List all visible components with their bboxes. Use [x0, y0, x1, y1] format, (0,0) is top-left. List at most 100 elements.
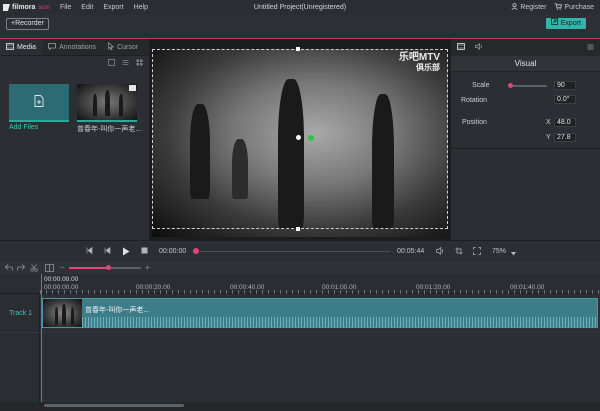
scale-slider-track[interactable]: [511, 85, 547, 87]
scale-slider-knob[interactable]: [508, 83, 513, 88]
timeline-tracks: Track 1 曾春年-叫你一声老...: [0, 294, 600, 402]
volume-icon[interactable]: [436, 246, 445, 257]
timeline-toolbar: − +: [0, 262, 600, 274]
position-y-label: Y: [546, 134, 551, 141]
cut-icon[interactable]: [30, 264, 38, 274]
rotation-label: Rotation: [461, 97, 488, 104]
video-badge-icon: [129, 85, 136, 91]
redo-icon[interactable]: [17, 264, 26, 273]
cursor-icon: [108, 41, 115, 52]
audio-tab-icon[interactable]: [475, 43, 483, 52]
zoom-out-icon[interactable]: −: [60, 264, 65, 272]
title-bar: filmora scrn File Edit Export Help Untit…: [0, 0, 600, 15]
resize-handle-bottom[interactable]: [296, 227, 300, 231]
timeline-clip-thumb: [43, 299, 82, 327]
logo-sub: scrn: [38, 4, 50, 11]
playback-progress-track[interactable]: [200, 251, 390, 252]
timeline-clip[interactable]: 曾春年-叫你一声老...: [42, 298, 598, 328]
tab-cursor-label: Cursor: [117, 43, 139, 51]
tab-media[interactable]: Media: [0, 39, 43, 55]
track-header: Track 1: [0, 294, 40, 402]
scale-label: Scale: [472, 82, 490, 89]
audio-waveform: [82, 317, 597, 327]
media-clip-tile[interactable]: 曾春年-叫你一声老...: [77, 84, 142, 134]
media-clip-thumb: [77, 84, 137, 122]
position-label: Position: [462, 119, 487, 126]
tab-annotations-label: Annotations: [59, 43, 97, 51]
register-label: Register: [520, 4, 547, 11]
zoom-level[interactable]: 75%: [492, 248, 506, 255]
app-logo: filmora scrn: [0, 4, 60, 11]
timeline-clip-title: 曾春年-叫你一声老...: [85, 307, 150, 314]
menu-file[interactable]: File: [60, 4, 71, 11]
visual-tab-icon[interactable]: [457, 43, 465, 52]
undo-icon[interactable]: [4, 264, 13, 273]
track-separator: [0, 332, 600, 333]
media-tabs: Media Annotations Cursor: [0, 39, 149, 56]
library-tools: [0, 56, 149, 70]
properties-tabs: [451, 39, 600, 56]
tab-cursor[interactable]: Cursor: [102, 39, 144, 55]
export-button[interactable]: Export: [545, 18, 586, 29]
play-icon[interactable]: [122, 247, 130, 258]
fullscreen-icon[interactable]: [473, 247, 481, 257]
figure-shape: [62, 304, 66, 325]
panel-title: Visual: [451, 56, 600, 72]
current-time: 00:00:00: [159, 248, 187, 255]
rotation-handle[interactable]: [308, 135, 314, 141]
menu-export[interactable]: Export: [103, 4, 123, 11]
media-panel: Media Annotations Cursor Add Files 曾春年-叫…: [0, 39, 150, 240]
stop-icon[interactable]: [141, 247, 148, 256]
skip-start-icon[interactable]: [86, 246, 93, 256]
timeline-current-time: 00:00:00.00: [44, 276, 79, 283]
panel-menu-icon[interactable]: [587, 44, 594, 52]
menu-help[interactable]: Help: [134, 4, 148, 11]
export-label: Export: [560, 20, 581, 27]
menu-bar: File Edit Export Help: [60, 4, 148, 11]
grid-view-icon[interactable]: [136, 59, 143, 68]
chevron-down-icon[interactable]: [511, 249, 516, 258]
menu-edit[interactable]: Edit: [81, 4, 93, 11]
logo-text: filmora: [12, 4, 36, 11]
add-file-icon: [34, 95, 44, 109]
playback-controls: 00:00:00 00:05:44 75%: [0, 240, 600, 262]
total-time: 00:05:44: [397, 248, 425, 255]
crop-icon[interactable]: [455, 247, 463, 257]
anchor-point[interactable]: [296, 135, 301, 140]
rotation-value[interactable]: 0.0°: [554, 95, 576, 104]
media-clip-label: 曾春年-叫你一声老...: [77, 126, 142, 133]
position-x-label: X: [546, 119, 551, 126]
logo-icon: [3, 4, 10, 11]
timeline-zoom-knob[interactable]: [106, 265, 111, 270]
split-icon[interactable]: [45, 264, 54, 274]
media-library: Add Files 曾春年-叫你一声老...: [0, 70, 149, 134]
playhead[interactable]: [41, 274, 42, 402]
position-y-value[interactable]: 27.8: [554, 133, 576, 142]
user-icon: [511, 3, 518, 12]
zoom-in-icon[interactable]: +: [145, 264, 150, 272]
scale-value[interactable]: 90: [554, 81, 576, 90]
step-back-icon[interactable]: [104, 246, 111, 256]
playback-progress-knob[interactable]: [193, 248, 199, 254]
timeline-scrollbar[interactable]: [44, 404, 184, 407]
figure-shape: [71, 307, 74, 325]
import-icon[interactable]: [108, 58, 115, 68]
timeline-ruler[interactable]: 00:00:00.00 00:00:00.00 00:00:20.00 00:0…: [0, 274, 600, 294]
film-icon: [6, 42, 14, 52]
recorder-button[interactable]: +Recorder: [6, 18, 49, 30]
resize-handle-top[interactable]: [296, 47, 300, 51]
purchase-label: Purchase: [564, 4, 594, 11]
track-label: Track 1: [9, 310, 33, 317]
properties-divider: [450, 148, 600, 149]
purchase-link[interactable]: Purchase: [554, 3, 594, 12]
list-view-icon[interactable]: [122, 59, 129, 68]
tab-annotations[interactable]: Annotations: [42, 39, 102, 55]
figure-shape: [55, 307, 58, 325]
register-link[interactable]: Register: [511, 3, 546, 12]
timeline-zoom-fill: [69, 267, 109, 269]
add-files-label: Add Files: [9, 124, 39, 131]
window-title: Untitled Project(Unregistered): [253, 4, 347, 11]
preview-panel: 乐吧MTV 俱乐部: [150, 39, 450, 240]
position-x-value[interactable]: 48.0: [554, 118, 576, 127]
add-files-tile[interactable]: Add Files: [9, 84, 69, 134]
